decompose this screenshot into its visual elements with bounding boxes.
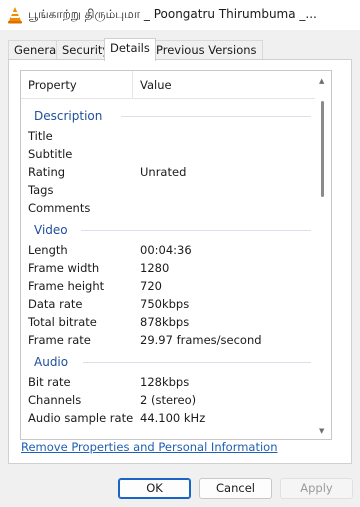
- property-name: Frame height: [28, 279, 105, 293]
- value-column-header[interactable]: Value: [140, 78, 172, 92]
- property-name: Rating: [28, 165, 66, 179]
- property-name: Total bitrate: [28, 315, 97, 329]
- ok-button[interactable]: OK: [118, 478, 191, 499]
- property-name: Audio sample rate: [28, 411, 134, 425]
- title-bar: பூங்காற்று திரும்புமா _ Poongatru Thirum…: [0, 0, 360, 30]
- property-name: Channels: [28, 393, 82, 407]
- property-name: Bit rate: [28, 375, 71, 389]
- property-value[interactable]: 750kbps: [140, 297, 189, 311]
- property-list[interactable]: Property Value Description Title Subtitl…: [20, 70, 332, 440]
- property-name: Length: [28, 243, 68, 257]
- column-separator[interactable]: [132, 71, 133, 99]
- property-value[interactable]: 2 (stereo): [140, 393, 196, 407]
- property-row[interactable]: Channels 2 (stereo): [21, 392, 317, 410]
- property-name: Comments: [28, 201, 91, 215]
- property-name: Frame width: [28, 261, 100, 275]
- property-row[interactable]: Audio sample rate 44.100 kHz: [21, 410, 317, 428]
- property-row[interactable]: Tags: [21, 182, 317, 200]
- property-column-header[interactable]: Property: [28, 78, 77, 92]
- property-row[interactable]: Subtitle: [21, 146, 317, 164]
- property-name: Data rate: [28, 297, 83, 311]
- property-value[interactable]: Unrated: [140, 165, 186, 179]
- property-value[interactable]: 29.97 frames/second: [140, 333, 262, 347]
- property-row[interactable]: Frame height 720: [21, 278, 317, 296]
- tab-details[interactable]: Details: [104, 38, 156, 61]
- cancel-button[interactable]: Cancel: [199, 478, 272, 499]
- property-name: Frame rate: [28, 333, 91, 347]
- property-name: Tags: [28, 183, 54, 197]
- property-row[interactable]: Rating Unrated: [21, 164, 317, 182]
- property-value[interactable]: 44.100 kHz: [140, 411, 205, 425]
- tab-strip: General Security Details Previous Versio…: [8, 38, 352, 61]
- property-value[interactable]: 1280: [140, 261, 169, 275]
- property-row[interactable]: Bit rate 128kbps: [21, 374, 317, 392]
- vertical-scrollbar[interactable]: ▲ ▼: [315, 71, 331, 439]
- window-title: பூங்காற்று திரும்புமா _ Poongatru Thirum…: [28, 7, 317, 21]
- property-value[interactable]: 878kbps: [140, 315, 189, 329]
- section-description: Description: [34, 109, 103, 123]
- apply-button[interactable]: Apply: [280, 478, 353, 499]
- property-row[interactable]: Frame rate 29.97 frames/second: [21, 332, 317, 350]
- section-divider: [81, 230, 311, 231]
- property-row[interactable]: Length 00:04:36: [21, 242, 317, 260]
- property-value[interactable]: 720: [140, 279, 162, 293]
- vlc-icon: [8, 7, 22, 24]
- property-name: Subtitle: [28, 147, 73, 161]
- remove-properties-link[interactable]: Remove Properties and Personal Informati…: [21, 440, 278, 454]
- property-row[interactable]: Comments: [21, 200, 317, 218]
- details-panel: Property Value Description Title Subtitl…: [8, 59, 352, 464]
- property-row[interactable]: Title: [21, 128, 317, 146]
- section-divider: [83, 362, 311, 363]
- section-video: Video: [34, 223, 68, 237]
- property-value[interactable]: 00:04:36: [140, 243, 192, 257]
- list-header: Property Value: [21, 71, 317, 99]
- scroll-up-arrow-icon[interactable]: ▲: [319, 77, 324, 85]
- property-value[interactable]: 128kbps: [140, 375, 189, 389]
- scrollbar-thumb[interactable]: [321, 101, 324, 197]
- section-audio: Audio: [34, 355, 69, 369]
- property-row[interactable]: Data rate 750kbps: [21, 296, 317, 314]
- property-name: Title: [28, 129, 53, 143]
- property-row[interactable]: Total bitrate 878kbps: [21, 314, 317, 332]
- scroll-down-arrow-icon[interactable]: ▼: [319, 427, 324, 435]
- tab-previous-versions[interactable]: Previous Versions: [150, 40, 263, 60]
- property-row[interactable]: Frame width 1280: [21, 260, 317, 278]
- section-divider: [121, 116, 311, 117]
